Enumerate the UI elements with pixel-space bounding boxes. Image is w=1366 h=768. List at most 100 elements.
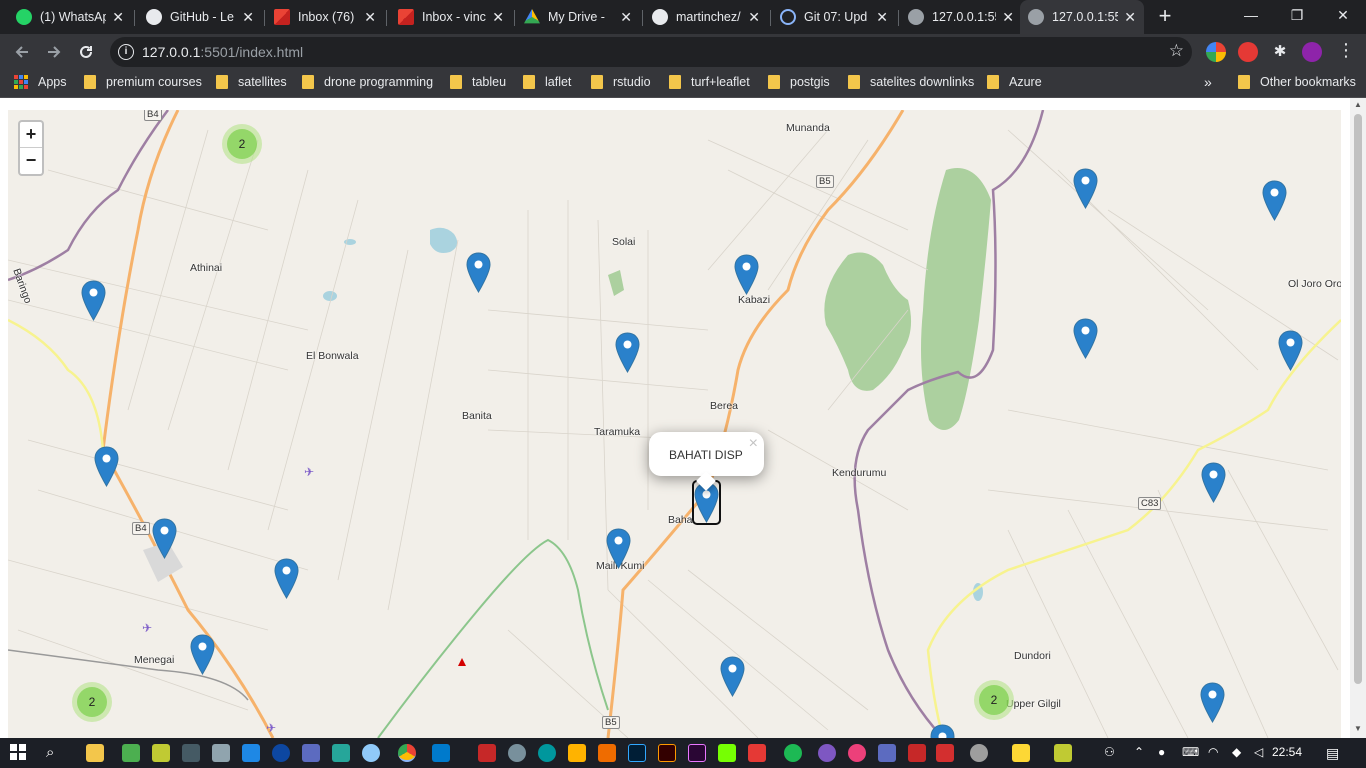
marker-cluster[interactable]: 2 [974,680,1014,720]
map-marker[interactable] [1073,168,1098,209]
map-marker[interactable] [274,558,299,599]
marker-cluster[interactable]: 2 [72,682,112,722]
close-tab-icon[interactable]: ✕ [242,9,254,26]
minimize-button[interactable]: — [1228,0,1274,32]
url-text[interactable]: 127.0.0.1:5501/index.html [142,44,303,60]
vscode-icon[interactable] [432,744,450,762]
tab-github[interactable]: GitHub - Le ✕ [138,0,262,34]
close-tab-icon[interactable]: ✕ [620,9,632,26]
app-icon[interactable] [182,744,200,762]
app-icon[interactable] [332,744,350,762]
bookmark-folder[interactable]: turf+leaflet [669,75,750,89]
map-marker[interactable] [1200,682,1225,723]
notifications-icon[interactable]: ▤ [1326,745,1339,762]
bookmark-star-icon[interactable]: ☆ [1169,41,1184,61]
profile-avatar[interactable] [1302,42,1322,62]
nodejs-icon[interactable] [122,744,140,762]
map-marker[interactable] [152,518,177,559]
address-bar[interactable]: i 127.0.0.1:5501/index.html ☆ [110,37,1192,67]
taskbar-clock[interactable]: 22:54 [1272,745,1302,759]
app-icon[interactable] [598,744,616,762]
close-tab-icon[interactable]: ✕ [748,9,760,26]
bookmark-folder[interactable]: satellites [216,75,287,89]
file-explorer-icon[interactable] [86,744,104,762]
app-icon[interactable] [568,744,586,762]
tab-inbox-vinc[interactable]: Inbox - vinc ✕ [390,0,512,34]
close-tab-icon[interactable]: ✕ [112,9,124,26]
other-bookmarks[interactable]: Other bookmarks [1238,75,1356,89]
app-icon[interactable] [1012,744,1030,762]
bookmarks-overflow-button[interactable]: » [1204,74,1212,90]
more-menu-icon[interactable]: ⋮ [1336,40,1356,61]
map-marker[interactable] [720,656,745,697]
spotify-icon[interactable] [784,744,802,762]
tab-my-drive[interactable]: My Drive - ✕ [516,0,640,34]
arduino-icon[interactable] [538,744,556,762]
app-icon[interactable] [848,744,866,762]
close-tab-icon[interactable]: ✕ [1124,9,1136,26]
windows-start-icon[interactable] [10,744,28,762]
filezilla-icon[interactable] [478,744,496,762]
app-icon[interactable] [908,744,926,762]
app-icon[interactable] [272,744,290,762]
new-tab-button[interactable]: + [1152,4,1178,30]
premiere-icon[interactable] [688,744,706,762]
leaflet-map[interactable]: ✈ ✈ ✈ Munanda Solai Kabazi Athinai El Bo… [8,110,1341,738]
forward-button[interactable] [40,38,68,66]
volume-icon[interactable]: ◁ [1254,745,1263,759]
popup-close-button[interactable]: × [749,435,758,453]
zoom-out-button[interactable]: − [20,148,42,174]
map-marker[interactable] [1278,330,1303,371]
bookmark-folder[interactable]: premium courses [84,75,202,89]
bookmark-folder[interactable]: tableu [450,75,506,89]
adblock-icon[interactable] [1238,42,1258,62]
map-marker[interactable] [1201,462,1226,503]
puzzle-icon[interactable]: ✱ [1270,42,1290,62]
info-icon[interactable]: i [118,44,134,60]
map-marker[interactable] [94,446,119,487]
maximize-button[interactable]: ❐ [1274,0,1320,32]
microphone-icon[interactable]: ● [1158,745,1165,759]
qgis-icon[interactable] [152,744,170,762]
map-marker[interactable] [734,254,759,295]
bookmark-folder[interactable]: laflet [523,75,571,89]
page-scrollbar[interactable]: ▲ ▼ [1350,98,1366,738]
tab-git-07[interactable]: Git 07: Upd ✕ [772,0,896,34]
reload-button[interactable] [72,38,100,66]
photoshop-icon[interactable] [628,744,646,762]
tab-martinchez[interactable]: martinchez/ ✕ [644,0,768,34]
map-marker[interactable] [81,280,106,321]
map-marker[interactable] [190,634,215,675]
bookmark-folder[interactable]: Azure [987,75,1042,89]
acrobat-icon[interactable] [936,744,954,762]
tab-whatsapp[interactable]: (1) WhatsAp ✕ [8,0,132,34]
scroll-down-arrow-icon[interactable]: ▼ [1354,724,1362,733]
qgis-icon[interactable] [1054,744,1072,762]
bookmark-folder[interactable]: satelites downlinks [848,75,974,89]
people-icon[interactable]: ⚇ [1104,745,1115,759]
app-icon[interactable] [302,744,320,762]
network-icon[interactable]: ◆ [1232,745,1241,759]
close-window-button[interactable]: ✕ [1320,0,1366,32]
rstudio-icon[interactable] [362,744,380,762]
close-tab-icon[interactable]: ✕ [1002,9,1014,26]
zoom-in-button[interactable]: + [20,122,42,148]
chrome-icon[interactable] [398,744,416,762]
back-button[interactable] [8,38,36,66]
scroll-up-arrow-icon[interactable]: ▲ [1354,100,1362,109]
tab-inbox-76[interactable]: Inbox (76) - ✕ [266,0,384,34]
map-marker[interactable] [466,252,491,293]
pgadmin-icon[interactable] [878,744,896,762]
close-tab-icon[interactable]: ✕ [876,9,888,26]
app-icon[interactable] [508,744,526,762]
tab-localhost-active[interactable]: 127.0.0.1:55 ✕ [1020,0,1144,34]
bookmark-folder[interactable]: drone programming [302,75,433,89]
search-icon[interactable]: ⌕ [46,744,64,762]
app-icon[interactable] [970,744,988,762]
bookmark-folder[interactable]: rstudio [591,75,651,89]
close-tab-icon[interactable]: ✕ [364,9,376,26]
app-icon[interactable] [718,744,736,762]
app-icon[interactable] [818,744,836,762]
marker-cluster[interactable]: 2 [222,124,262,164]
wifi-icon[interactable]: ◠ [1208,745,1218,759]
